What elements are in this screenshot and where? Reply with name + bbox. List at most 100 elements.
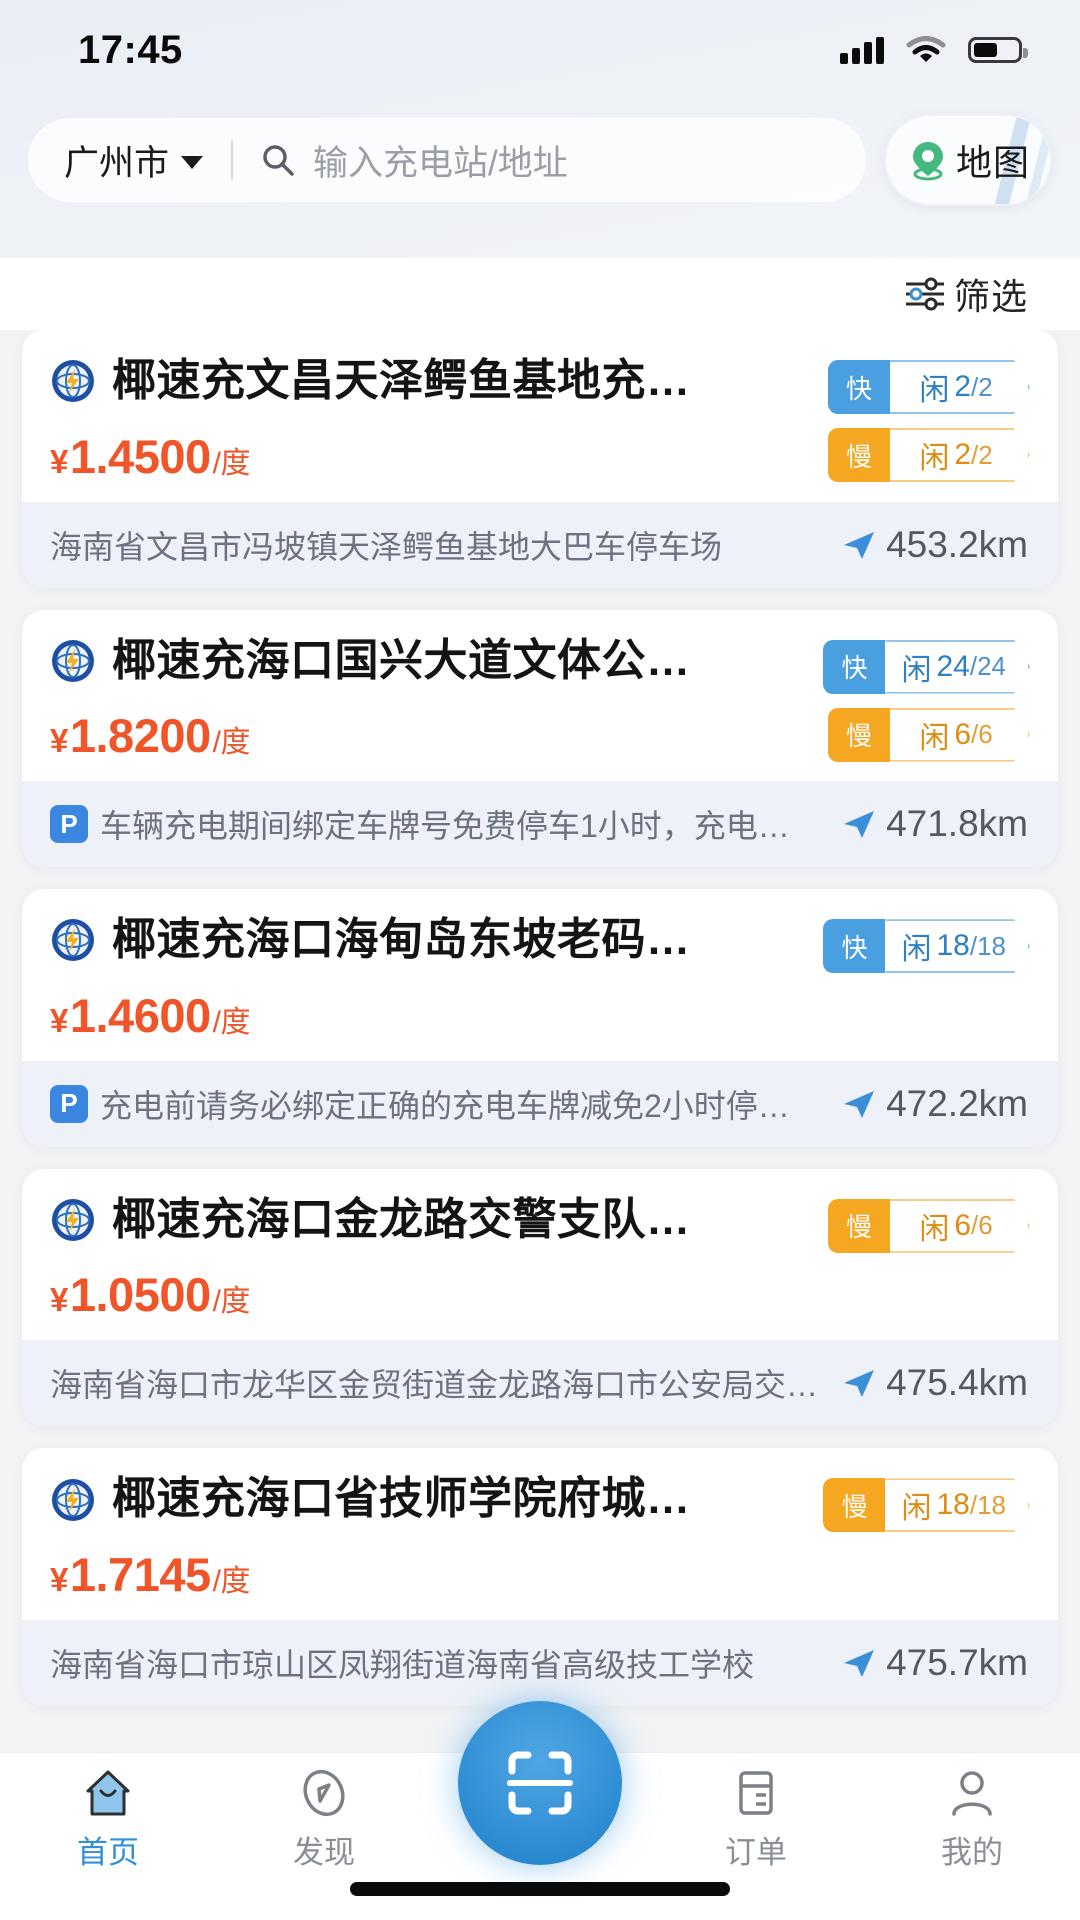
price-currency: ¥ bbox=[50, 722, 68, 760]
search-input[interactable]: 输入充电站/地址 bbox=[313, 135, 568, 186]
station-card[interactable]: 椰速充海口省技师学院府城… ¥1.7145/度 慢 闲 18/18 海南省海口市琼… bbox=[22, 1448, 1058, 1706]
station-card-body: 椰速充海口海甸岛东坡老码… ¥1.4600/度 快 闲 18/18 bbox=[22, 889, 1058, 1061]
price-currency: ¥ bbox=[50, 442, 68, 480]
station-list[interactable]: 椰速充文昌天泽鳄鱼基地充… ¥1.4500/度 快 闲 2/2 慢 闲 2/2 海南… bbox=[0, 330, 1080, 1750]
navigation-arrow-icon bbox=[844, 1370, 875, 1398]
station-distance[interactable]: 475.7km bbox=[840, 1642, 1028, 1684]
connector-badge-tag: 快 bbox=[828, 360, 890, 414]
filter-button[interactable]: 筛选 bbox=[904, 268, 1028, 320]
station-distance-label: 471.8km bbox=[886, 803, 1028, 845]
connector-badges: 慢 闲 6/6 bbox=[828, 1198, 1030, 1253]
price-value: 1.8200 bbox=[69, 709, 211, 763]
price-value: 1.4500 bbox=[69, 429, 211, 483]
station-address: 车辆充电期间绑定车牌号免费停车1小时，充电… bbox=[100, 808, 790, 845]
station-logo-icon bbox=[52, 919, 94, 962]
signal-bars-icon bbox=[840, 36, 884, 64]
station-price: ¥1.0500/度 bbox=[50, 1267, 1028, 1322]
city-label: 广州市 bbox=[64, 143, 170, 183]
status-bar-clock: 17:45 bbox=[78, 27, 183, 72]
price-value: 1.4600 bbox=[69, 988, 211, 1042]
filter-bar: 筛选 bbox=[0, 258, 1080, 330]
price-currency: ¥ bbox=[50, 1001, 68, 1039]
connector-badge-tag: 慢 bbox=[828, 1198, 890, 1253]
station-logo-icon bbox=[52, 639, 94, 682]
tab-mine[interactable]: 我的 bbox=[864, 1767, 1080, 1872]
station-address: 海南省海口市琼山区凤翔街道海南省高级技工学校 bbox=[50, 1646, 755, 1683]
connector-badge-count: 闲 18/18 bbox=[885, 919, 1030, 973]
station-card[interactable]: 椰速充文昌天泽鳄鱼基地充… ¥1.4500/度 快 闲 2/2 慢 闲 2/2 海南… bbox=[22, 330, 1058, 588]
station-logo-icon bbox=[52, 1199, 94, 1242]
station-distance[interactable]: 472.2km bbox=[840, 1083, 1028, 1125]
connector-badge-count: 闲 2/2 bbox=[890, 428, 1030, 482]
station-card-body: 椰速充文昌天泽鳄鱼基地充… ¥1.4500/度 快 闲 2/2 慢 闲 2/2 bbox=[22, 330, 1058, 502]
connector-badges: 快 闲 2/2 慢 闲 2/2 bbox=[828, 360, 1030, 482]
station-logo-icon bbox=[52, 360, 94, 403]
map-button[interactable]: 地图 bbox=[884, 114, 1052, 206]
tab-home-label: 首页 bbox=[77, 1835, 139, 1870]
station-card[interactable]: 椰速充海口海甸岛东坡老码… ¥1.4600/度 快 闲 18/18 P 充电前请务… bbox=[22, 889, 1058, 1147]
person-icon bbox=[952, 1771, 992, 1816]
connector-badges: 慢 闲 18/18 bbox=[823, 1478, 1030, 1533]
connector-badge-tag: 快 bbox=[823, 919, 886, 974]
parking-icon: P bbox=[50, 805, 88, 844]
connector-badge-tag: 快 bbox=[823, 639, 886, 694]
wifi-icon bbox=[906, 36, 946, 62]
bottom-tab-bar: 首页 发现 . 订单 我的 bbox=[0, 1701, 1080, 1920]
tab-orders[interactable]: 订单 bbox=[648, 1767, 864, 1872]
station-distance[interactable]: 471.8km bbox=[840, 803, 1028, 845]
station-card[interactable]: 椰速充海口国兴大道文体公… ¥1.8200/度 快 闲 24/24 慢 闲 6/6 … bbox=[22, 609, 1058, 868]
chevron-down-icon bbox=[181, 155, 204, 169]
connector-badges: 快 闲 18/18 bbox=[823, 919, 1030, 974]
sliders-icon bbox=[905, 277, 944, 311]
scan-button[interactable] bbox=[458, 1701, 622, 1865]
station-distance[interactable]: 475.4km bbox=[840, 1362, 1028, 1404]
station-distance-label: 472.2km bbox=[886, 1082, 1028, 1124]
connector-badge-count: 闲 2/2 bbox=[890, 360, 1030, 414]
connector-badge-tag: 慢 bbox=[828, 707, 890, 762]
connector-badge-fast: 快 闲 24/24 bbox=[823, 639, 1030, 694]
station-distance[interactable]: 453.2km bbox=[840, 524, 1028, 566]
map-button-label: 地图 bbox=[955, 142, 1030, 183]
status-bar-icons bbox=[840, 35, 1028, 65]
price-value: 1.7145 bbox=[69, 1547, 211, 1601]
price-unit: /度 bbox=[212, 1005, 251, 1039]
station-price: ¥1.4600/度 bbox=[50, 988, 1028, 1043]
connector-badge-count: 闲 6/6 bbox=[890, 1199, 1030, 1253]
tab-home[interactable]: 首页 bbox=[0, 1767, 216, 1872]
connector-badge-count: 闲 6/6 bbox=[890, 708, 1030, 762]
station-card-body: 椰速充海口金龙路交警支队… ¥1.0500/度 慢 闲 6/6 bbox=[22, 1169, 1058, 1341]
station-card-footer: 海南省文昌市冯坡镇天泽鳄鱼基地大巴车停车场 453.2km bbox=[22, 501, 1058, 588]
station-card-footer: 海南省海口市龙华区金贸街道金龙路海口市公安局交… 475.4km bbox=[22, 1340, 1058, 1427]
navigation-arrow-icon bbox=[844, 1090, 875, 1118]
tab-discover[interactable]: 发现 bbox=[216, 1767, 432, 1872]
station-address: 海南省文昌市冯坡镇天泽鳄鱼基地大巴车停车场 bbox=[50, 528, 723, 565]
search-bar[interactable]: 广州市 输入充电站/地址 bbox=[28, 118, 866, 202]
connector-badge-fast: 快 闲 18/18 bbox=[823, 919, 1030, 974]
home-indicator bbox=[350, 1882, 730, 1896]
station-card-footer: P 车辆充电期间绑定车牌号免费停车1小时，充电… 471.8km bbox=[22, 781, 1058, 868]
city-selector[interactable]: 广州市 bbox=[64, 135, 204, 186]
price-unit: /度 bbox=[212, 726, 251, 760]
home-icon bbox=[86, 1770, 130, 1816]
order-list-icon bbox=[739, 1771, 773, 1815]
station-card-footer: 海南省海口市琼山区凤翔街道海南省高级技工学校 475.7km bbox=[22, 1619, 1058, 1706]
tab-orders-label: 订单 bbox=[725, 1835, 787, 1870]
station-address: 海南省海口市龙华区金贸街道金龙路海口市公安局交… bbox=[50, 1367, 819, 1404]
station-card-footer: P 充电前请务必绑定正确的充电车牌减免2小时停… 472.2km bbox=[22, 1060, 1058, 1147]
station-card-body: 椰速充海口省技师学院府城… ¥1.7145/度 慢 闲 18/18 bbox=[22, 1448, 1058, 1620]
tab-discover-label: 发现 bbox=[293, 1835, 355, 1870]
station-card[interactable]: 椰速充海口金龙路交警支队… ¥1.0500/度 慢 闲 6/6 海南省海口市龙华区… bbox=[22, 1168, 1058, 1427]
status-bar: 17:45 bbox=[0, 0, 1080, 100]
price-value: 1.0500 bbox=[69, 1268, 211, 1322]
connector-badge-count: 闲 24/24 bbox=[885, 640, 1030, 694]
station-price: ¥1.7145/度 bbox=[50, 1547, 1028, 1602]
scan-qr-icon bbox=[507, 1751, 573, 1815]
parking-icon: P bbox=[50, 1084, 88, 1123]
connector-badge-fast: 快 闲 2/2 bbox=[828, 360, 1030, 414]
connector-badge-slow: 慢 闲 6/6 bbox=[828, 707, 1030, 762]
price-unit: /度 bbox=[212, 1285, 251, 1319]
price-unit: /度 bbox=[212, 446, 251, 480]
search-icon bbox=[263, 145, 294, 176]
connector-badge-tag: 慢 bbox=[828, 428, 890, 482]
station-distance-label: 453.2km bbox=[886, 523, 1028, 565]
